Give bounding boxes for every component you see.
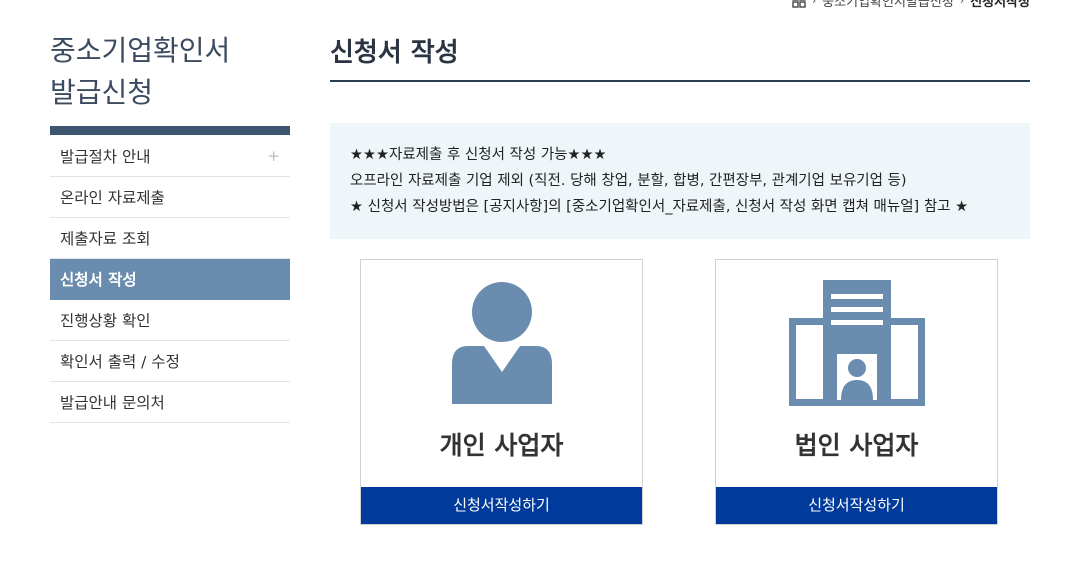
card-label: 법인 사업자 <box>794 431 919 460</box>
corporate-apply-button[interactable]: 신청서작성하기 <box>716 487 997 524</box>
breadcrumb-item[interactable]: 중소기업확인서발급신청 <box>822 0 954 10</box>
chevron-right-icon: › <box>959 0 965 7</box>
breadcrumb: › 중소기업확인서발급신청 › 신청서작성 <box>792 0 1030 10</box>
sidebar-item-label: 발급절차 안내 <box>60 148 151 166</box>
sidebar-item-contact[interactable]: 발급안내 문의처 <box>50 382 290 423</box>
plus-icon[interactable]: + <box>267 147 280 165</box>
sidebar-item-label: 제출자료 조회 <box>60 230 151 248</box>
sidebar-title-line2: 발급신청 <box>50 76 154 109</box>
notice-line: 오프라인 자료제출 기업 제외 (직전. 당해 창업, 분할, 합병, 간편장부… <box>350 173 907 189</box>
sidebar-item-label: 확인서 출력 / 수정 <box>60 353 180 371</box>
sidebar-header-bar <box>50 126 290 135</box>
building-icon <box>716 274 997 424</box>
title-divider <box>330 80 1030 82</box>
breadcrumb-current: 신청서작성 <box>970 0 1030 10</box>
sidebar-item-label: 발급안내 문의처 <box>60 394 165 412</box>
chevron-right-icon: › <box>811 0 817 7</box>
personal-apply-button[interactable]: 신청서작성하기 <box>361 487 642 524</box>
person-icon <box>361 274 642 424</box>
sidebar-item-label: 진행상황 확인 <box>60 312 151 330</box>
notice-line: ★★★자료제출 후 신청서 작성 가능★★★ <box>350 147 607 163</box>
sidebar-menu: 발급절차 안내 + 온라인 자료제출 제출자료 조회 신청서 작성 진행상황 확… <box>50 136 290 423</box>
notice-box: ★★★자료제출 후 신청서 작성 가능★★★ 오프라인 자료제출 기업 제외 (… <box>330 123 1030 239</box>
sidebar-item-submission-inquiry[interactable]: 제출자료 조회 <box>50 218 290 259</box>
sidebar-item-certificate-print[interactable]: 확인서 출력 / 수정 <box>50 341 290 382</box>
page-title: 신청서 작성 <box>330 38 459 68</box>
sidebar-item-label: 신청서 작성 <box>60 271 137 289</box>
card-label: 개인 사업자 <box>439 431 564 460</box>
personal-business-card: 개인 사업자 신청서작성하기 <box>360 259 643 525</box>
home-icon[interactable] <box>792 0 806 8</box>
corporate-business-card: 법인 사업자 신청서작성하기 <box>715 259 998 525</box>
sidebar-title: 중소기업확인서 발급신청 <box>50 30 290 114</box>
sidebar-item-online-submission[interactable]: 온라인 자료제출 <box>50 177 290 218</box>
notice-line: ★ 신청서 작성방법은 [공지사항]의 [중소기업확인서_자료제출, 신청서 작… <box>350 199 969 215</box>
sidebar-item-procedure-guide[interactable]: 발급절차 안내 + <box>50 136 290 177</box>
sidebar-item-label: 온라인 자료제출 <box>60 189 165 207</box>
sidebar-title-line1: 중소기업확인서 <box>50 34 231 67</box>
sidebar-item-application-write[interactable]: 신청서 작성 <box>50 259 290 300</box>
sidebar-item-progress-check[interactable]: 진행상황 확인 <box>50 300 290 341</box>
